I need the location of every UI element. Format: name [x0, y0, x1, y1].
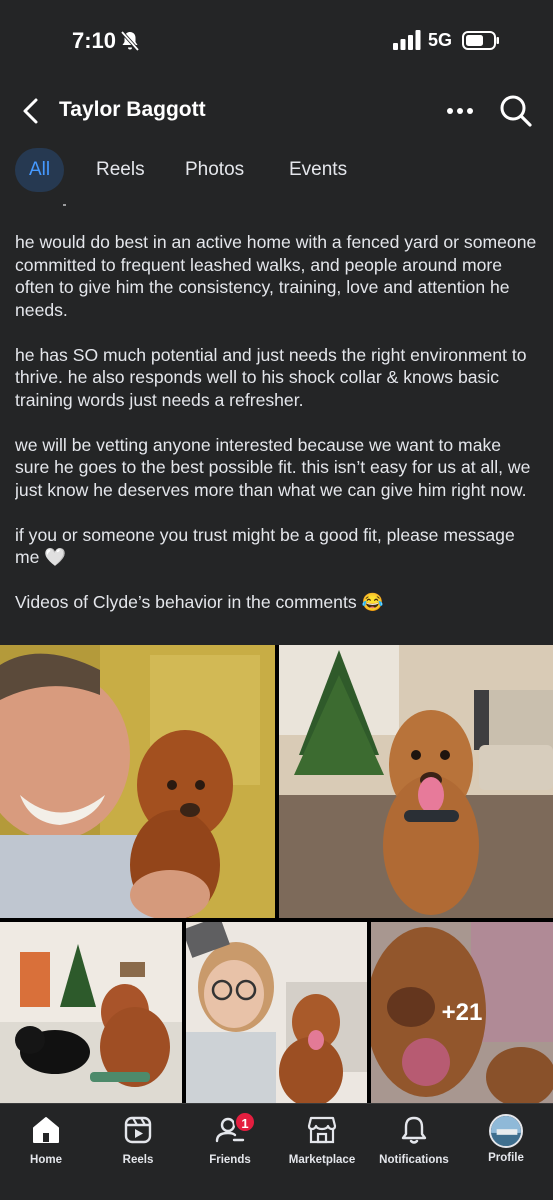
- more-options-icon[interactable]: [444, 98, 476, 124]
- reels-icon: [124, 1116, 152, 1144]
- nav-friends[interactable]: 1 Friends: [184, 1111, 276, 1174]
- nav-reels-label: Reels: [122, 1154, 154, 1166]
- battery-icon: [462, 31, 499, 50]
- friends-notification-badge: 1: [234, 1111, 256, 1133]
- search-icon[interactable]: [497, 92, 533, 128]
- post-paragraph: Videos of Clyde’s behavior in the commen…: [15, 592, 384, 612]
- photo-woman-with-dog[interactable]: [186, 922, 367, 1103]
- nav-home[interactable]: Home: [0, 1114, 92, 1174]
- network-type: 5G: [428, 30, 453, 50]
- marketplace-icon: [307, 1116, 337, 1144]
- nav-friends-label: Friends: [209, 1154, 251, 1166]
- post-paragraph: if you or someone you trust might be a g…: [15, 524, 515, 568]
- tab-all[interactable]: All: [15, 148, 65, 192]
- page-title: Taylor Baggott: [59, 98, 206, 121]
- photo-man-with-puppy[interactable]: [0, 645, 275, 918]
- status-time: 7:10: [72, 28, 117, 53]
- post-photo-grid: +21: [0, 645, 553, 1103]
- profile-header: Taylor Baggott: [0, 86, 553, 136]
- cell-signal-icon: [393, 30, 421, 50]
- nav-reels[interactable]: Reels: [92, 1114, 184, 1174]
- nav-profile[interactable]: Profile: [460, 1114, 552, 1174]
- post-body: he would do best in an active home with …: [15, 192, 540, 644]
- nav-notifications[interactable]: Notifications: [368, 1114, 460, 1174]
- nav-marketplace[interactable]: Marketplace: [276, 1114, 368, 1174]
- tab-reels[interactable]: Reels: [82, 148, 159, 192]
- home-icon: [33, 1117, 59, 1143]
- nav-notifications-label: Notifications: [379, 1154, 449, 1166]
- more-photos-count: +21: [371, 922, 553, 1103]
- silent-bell-icon: [120, 30, 140, 52]
- photo-dog-by-tree[interactable]: [279, 645, 553, 918]
- back-arrow-icon[interactable]: [18, 96, 44, 126]
- clipped-text-line: [15, 192, 540, 206]
- profile-avatar: [489, 1114, 523, 1148]
- post-paragraph: he would do best in an active home with …: [15, 232, 537, 320]
- nav-profile-label: Profile: [488, 1152, 524, 1164]
- bell-icon: [401, 1116, 427, 1144]
- tab-events[interactable]: Events: [275, 148, 361, 192]
- tab-photos[interactable]: Photos: [171, 148, 258, 192]
- nav-marketplace-label: Marketplace: [288, 1154, 356, 1166]
- post-paragraph: he has SO much potential and just needs …: [15, 344, 527, 410]
- profile-tabs: All Reels Photos Events: [0, 148, 553, 194]
- bottom-navigation: Home Reels 1 Friends Marketplace Notific…: [0, 1103, 553, 1200]
- photo-dog-closeup[interactable]: +21: [371, 922, 553, 1103]
- status-bar: 7:10 5G: [0, 0, 553, 80]
- photo-two-dogs[interactable]: [0, 922, 182, 1103]
- nav-home-label: Home: [30, 1154, 62, 1166]
- post-paragraph: we will be vetting anyone interested bec…: [15, 434, 531, 500]
